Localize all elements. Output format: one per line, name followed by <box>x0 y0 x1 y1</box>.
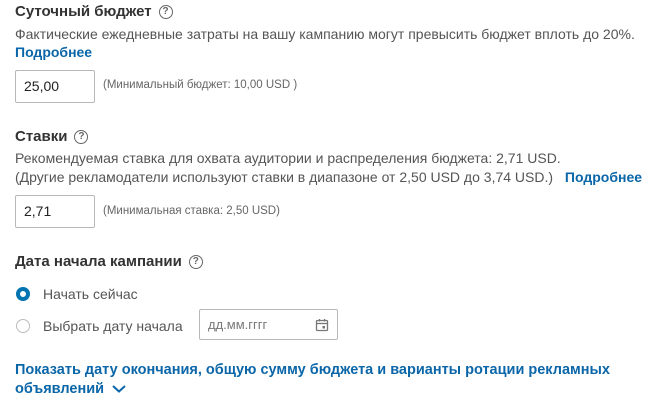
bids-description-line1: Рекомендуемая ставка для охвата аудитори… <box>15 150 561 166</box>
radio-pick-date[interactable]: Выбрать дату начала <box>16 318 183 334</box>
question-circle-icon[interactable]: ? <box>158 4 173 19</box>
radio-pick-date-label: Выбрать дату начала <box>43 318 183 334</box>
show-end-date-link-line2-row: объявлений <box>15 381 610 397</box>
bids-description-line2: (Другие рекламодатели используют ставки … <box>15 169 554 185</box>
radio-pick-date-control[interactable] <box>16 319 30 333</box>
calendar-icon[interactable] <box>315 318 329 332</box>
show-end-date-link[interactable]: Показать дату окончания, общую сумму бюд… <box>15 362 610 397</box>
start-date-placeholder: дд.мм.гггг <box>208 317 268 332</box>
budget-heading: Суточный бюджет ? <box>15 3 173 20</box>
bids-description-line2-row: (Другие рекламодатели используют ставки … <box>15 169 642 185</box>
budget-input[interactable]: 25,00 <box>15 70 95 103</box>
start-date-title: Дата начала кампании <box>15 253 182 270</box>
show-end-date-link-line2: объявлений <box>15 381 105 397</box>
bid-input[interactable]: 2,71 <box>15 195 95 228</box>
bid-hint: (Минимальная ставка: 2,50 USD) <box>103 205 280 217</box>
bids-title: Ставки <box>15 128 68 145</box>
start-date-heading: Дата начала кампании ? <box>15 253 203 270</box>
start-date-input[interactable]: дд.мм.гггг <box>199 309 338 340</box>
bids-more-link[interactable]: Подробнее <box>565 169 642 185</box>
budget-more-link[interactable]: Подробнее <box>15 44 92 60</box>
bids-heading: Ставки ? <box>15 128 89 145</box>
radio-start-now-label: Начать сейчас <box>43 286 138 302</box>
chevron-down-icon <box>112 385 126 393</box>
radio-start-now-control[interactable] <box>16 287 30 301</box>
question-circle-icon[interactable]: ? <box>74 129 89 144</box>
budget-hint: (Минимальный бюджет: 10,00 USD ) <box>103 79 298 91</box>
question-circle-icon[interactable]: ? <box>188 254 203 269</box>
budget-description: Фактические ежедневные затраты на вашу к… <box>15 26 635 42</box>
radio-start-now[interactable]: Начать сейчас <box>16 286 138 302</box>
budget-title: Суточный бюджет <box>15 3 152 20</box>
show-end-date-link-line1: Показать дату окончания, общую сумму бюд… <box>15 362 610 378</box>
